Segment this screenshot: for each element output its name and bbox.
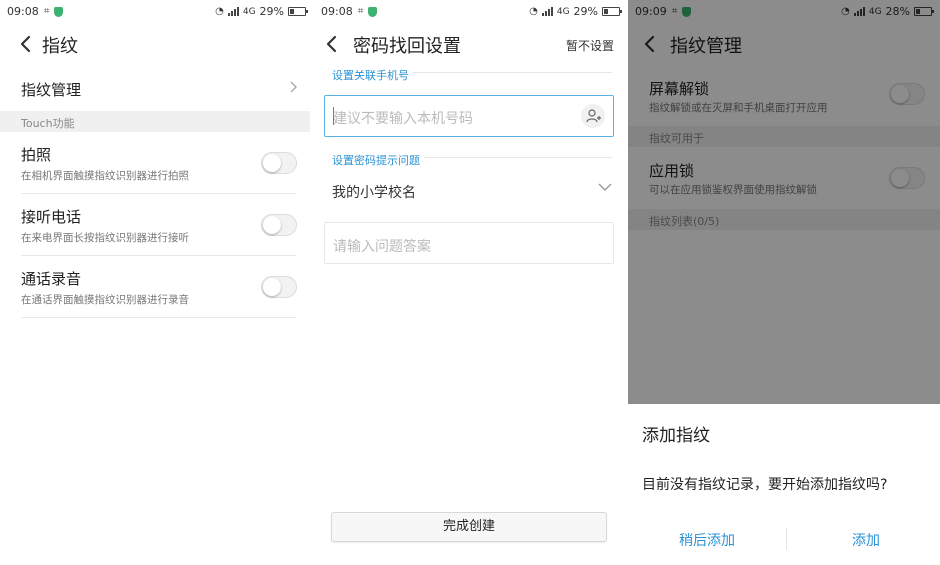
option-title: 通话录音 <box>21 270 82 288</box>
button-separator <box>786 528 787 550</box>
network-type: 4G <box>556 6 570 17</box>
page-title: 密码找回设置 <box>353 36 461 57</box>
add-contact-icon[interactable] <box>581 104 605 128</box>
add-fingerprint-dialog: 添加指纹 目前没有指纹记录，要开始添加指纹吗? 稍后添加 添加 <box>628 404 940 565</box>
page-title: 指纹 <box>42 36 78 57</box>
security-question-select[interactable]: 我的小学校名 <box>332 172 612 208</box>
fingerprint-management-row[interactable]: 指纹管理 <box>0 68 314 110</box>
password-recovery-screen: 09:08 ⌗ ◔ 4G 29% 密码找回设置 暂不设置 设置关联手机号 建议不… <box>314 0 628 565</box>
phone-placeholder: 建议不要输入本机号码 <box>333 111 473 127</box>
answer-placeholder: 请输入问题答案 <box>333 239 431 255</box>
chevron-down-icon <box>598 183 612 191</box>
option-subtitle: 在来电界面长按指纹识别器进行接听 <box>21 232 189 244</box>
dialog-message: 目前没有指纹记录，要开始添加指纹吗? <box>642 477 888 493</box>
app-bar: 密码找回设置 暂不设置 <box>314 24 628 64</box>
finish-create-button[interactable]: 完成创建 <box>331 512 607 542</box>
screenshot-icon: ⌗ <box>43 6 50 17</box>
skip-button[interactable]: 暂不设置 <box>566 37 614 54</box>
fingerprint-management-label: 指纹管理 <box>21 81 82 99</box>
shield-icon <box>54 6 64 17</box>
battery-percent: 29% <box>573 5 598 18</box>
call-recording-toggle[interactable] <box>261 276 297 298</box>
network-type: 4G <box>242 6 256 17</box>
battery-percent: 29% <box>259 5 284 18</box>
option-subtitle: 在通话界面触摸指纹识别器进行录音 <box>21 294 189 306</box>
chevron-right-icon <box>290 81 297 93</box>
question-value: 我的小学校名 <box>332 185 416 201</box>
status-bar: 09:08 ⌗ ◔ 4G 29% <box>314 0 628 24</box>
divider <box>21 317 296 318</box>
status-time: 09:08 <box>7 5 39 18</box>
signal-icon <box>541 7 553 16</box>
wifi-icon: ◔ <box>529 6 538 17</box>
option-title: 接听电话 <box>21 208 82 226</box>
signal-icon <box>227 7 239 16</box>
question-section-label: 设置密码提示问题 <box>332 152 424 168</box>
option-answer-call[interactable]: 接听电话 在来电界面长按指纹识别器进行接听 <box>0 194 314 256</box>
option-photo[interactable]: 拍照 在相机界面触摸指纹识别器进行拍照 <box>0 132 314 194</box>
fingerprint-settings-screen: 09:08 ⌗ ◔ 4G 29% 指纹 指纹管理 Touch功能 拍照 在相机界… <box>0 0 314 565</box>
app-bar: 指纹 <box>0 24 314 64</box>
answer-input[interactable]: 请输入问题答案 <box>324 222 614 264</box>
fingerprint-management-screen: 09:09 ⌗ ◔ 4G 28% 指纹管理 屏幕解锁 指纹解锁或在灭屏和手机桌面… <box>628 0 940 565</box>
shield-icon <box>368 6 378 17</box>
phone-section-label: 设置关联手机号 <box>332 67 413 83</box>
photo-toggle[interactable] <box>261 152 297 174</box>
option-title: 拍照 <box>21 146 52 164</box>
add-button[interactable]: 添加 <box>852 530 880 550</box>
add-later-button[interactable]: 稍后添加 <box>679 530 735 550</box>
answer-call-toggle[interactable] <box>261 214 297 236</box>
dialog-title: 添加指纹 <box>642 426 710 446</box>
option-subtitle: 在相机界面触摸指纹识别器进行拍照 <box>21 170 189 182</box>
status-time: 09:08 <box>321 5 353 18</box>
battery-icon <box>288 7 308 16</box>
back-arrow-icon[interactable] <box>14 32 38 56</box>
option-call-recording[interactable]: 通话录音 在通话界面触摸指纹识别器进行录音 <box>0 256 314 318</box>
wifi-icon: ◔ <box>215 6 224 17</box>
back-arrow-icon[interactable] <box>320 32 344 56</box>
screenshot-icon: ⌗ <box>357 6 364 17</box>
phone-input[interactable]: 建议不要输入本机号码 <box>324 95 614 137</box>
status-bar: 09:08 ⌗ ◔ 4G 29% <box>0 0 314 24</box>
battery-icon <box>602 7 622 16</box>
section-header-touch: Touch功能 <box>0 111 310 132</box>
